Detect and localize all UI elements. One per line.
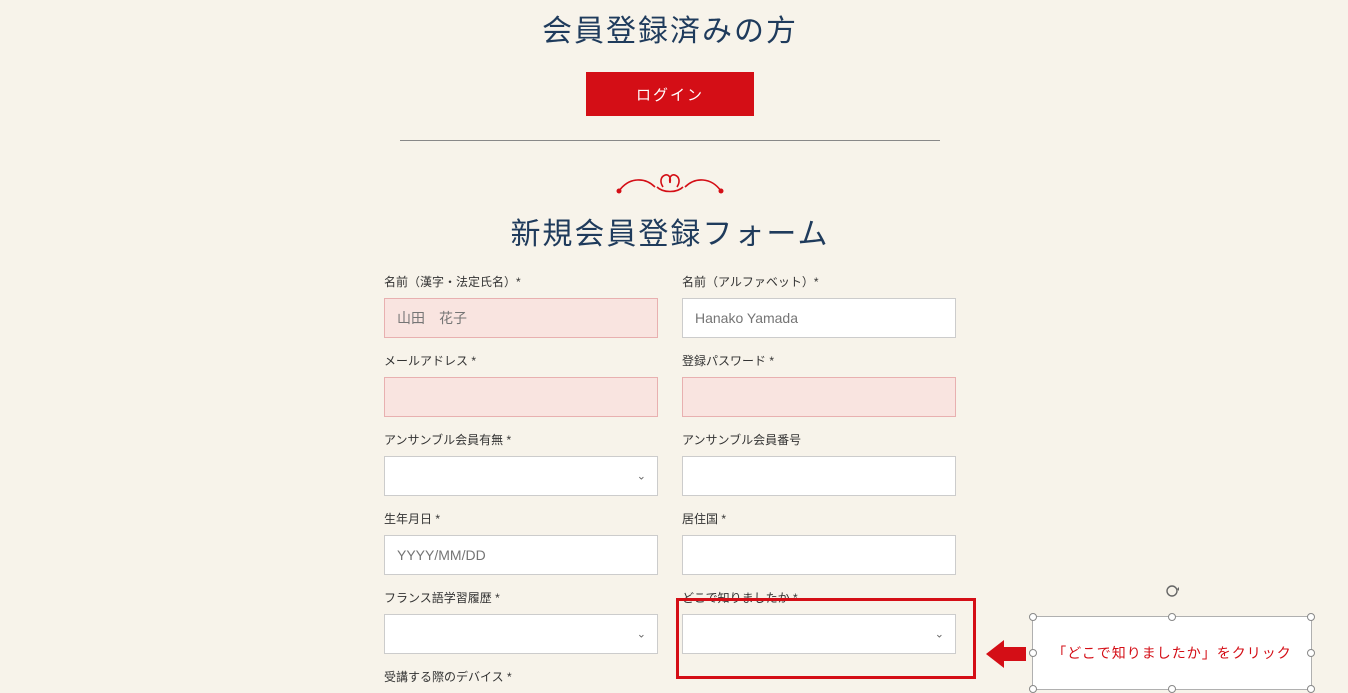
field-name-alpha: 名前（アルファベット）* xyxy=(682,273,956,338)
label-ensemble-member: アンサンブル会員有無 * xyxy=(384,431,658,448)
resize-handle[interactable] xyxy=(1029,613,1037,621)
login-button[interactable]: ログイン xyxy=(586,72,754,116)
field-birthdate: 生年月日 * xyxy=(384,510,658,575)
field-email: メールアドレス * xyxy=(384,352,658,417)
resize-handle[interactable] xyxy=(1307,613,1315,621)
form-grid: 名前（漢字・法定氏名）* 名前（アルファベット）* メールアドレス * 登録パス… xyxy=(380,273,960,693)
label-country: 居住国 * xyxy=(682,510,956,527)
select-french-history[interactable] xyxy=(384,614,658,654)
label-email: メールアドレス * xyxy=(384,352,658,369)
label-device: 受講する際のデバイス * xyxy=(384,668,658,685)
field-french-history: フランス語学習履歴 * ⌄ xyxy=(384,589,658,654)
label-birthdate: 生年月日 * xyxy=(384,510,658,527)
resize-handle[interactable] xyxy=(1168,685,1176,693)
field-name-kanji: 名前（漢字・法定氏名）* xyxy=(384,273,658,338)
form-container: 会員登録済みの方 ログイン 新規会員登録フォーム 名前（漢字・法定氏名）* 名前… xyxy=(360,0,980,693)
resize-handle[interactable] xyxy=(1307,649,1315,657)
rotate-handle-icon[interactable] xyxy=(1164,583,1180,599)
label-how-found: どこで知りましたか * xyxy=(682,589,956,606)
field-device: 受講する際のデバイス * xyxy=(384,668,658,693)
input-password[interactable] xyxy=(682,377,956,417)
select-how-found[interactable] xyxy=(682,614,956,654)
resize-handle[interactable] xyxy=(1029,649,1037,657)
field-ensemble-number: アンサンブル会員番号 xyxy=(682,431,956,496)
field-how-found: どこで知りましたか * ⌄ xyxy=(682,589,956,654)
registration-title: 新規会員登録フォーム xyxy=(380,209,960,253)
input-ensemble-number[interactable] xyxy=(682,456,956,496)
input-name-alpha[interactable] xyxy=(682,298,956,338)
resize-handle[interactable] xyxy=(1168,613,1176,621)
label-password: 登録パスワード * xyxy=(682,352,956,369)
existing-member-title: 会員登録済みの方 xyxy=(380,0,960,50)
resize-handle[interactable] xyxy=(1307,685,1315,693)
input-country[interactable] xyxy=(682,535,956,575)
label-ensemble-number: アンサンブル会員番号 xyxy=(682,431,956,448)
select-ensemble-member[interactable] xyxy=(384,456,658,496)
ornament-icon xyxy=(380,165,960,201)
annotation-callout-text: 「どこで知りましたか」をクリック xyxy=(1052,643,1292,663)
input-birthdate[interactable] xyxy=(384,535,658,575)
label-name-alpha: 名前（アルファベット）* xyxy=(682,273,956,290)
input-name-kanji[interactable] xyxy=(384,298,658,338)
label-name-kanji: 名前（漢字・法定氏名）* xyxy=(384,273,658,290)
field-password: 登録パスワード * xyxy=(682,352,956,417)
input-email[interactable] xyxy=(384,377,658,417)
resize-handle[interactable] xyxy=(1029,685,1037,693)
label-french-history: フランス語学習履歴 * xyxy=(384,589,658,606)
field-country: 居住国 * xyxy=(682,510,956,575)
section-divider xyxy=(400,140,940,141)
field-ensemble-member: アンサンブル会員有無 * ⌄ xyxy=(384,431,658,496)
annotation-arrow-left-icon xyxy=(986,638,1026,670)
